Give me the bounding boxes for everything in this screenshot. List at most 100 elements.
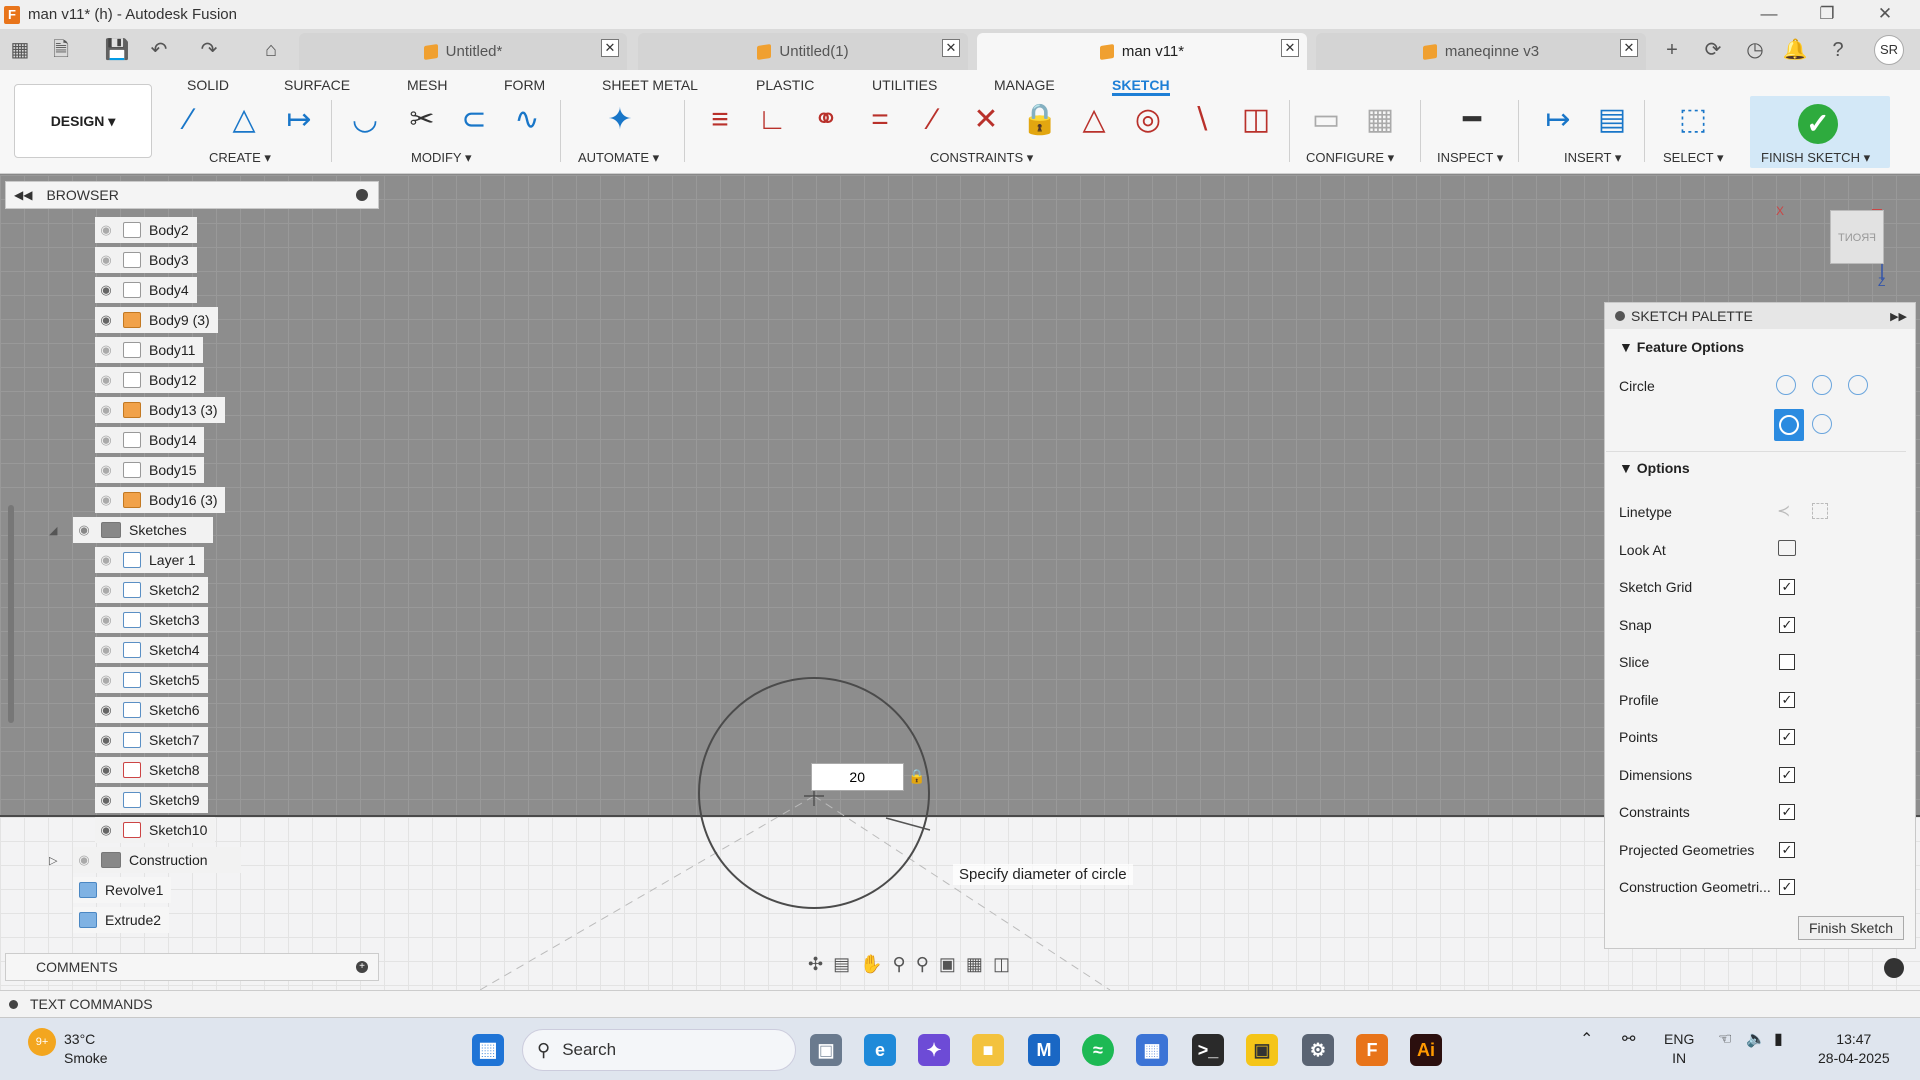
- battery-icon[interactable]: ▮: [1774, 1030, 1783, 1049]
- add-comment-icon[interactable]: +: [356, 961, 368, 973]
- tree-item[interactable]: ◉ Sketch6: [95, 697, 208, 723]
- viewcube[interactable]: FRONT: [1830, 210, 1884, 264]
- orbit-icon[interactable]: ✣: [808, 954, 823, 975]
- tree-item[interactable]: ◉ Sketch4: [95, 637, 208, 663]
- sticky-notes-icon[interactable]: ▣: [1246, 1034, 1278, 1066]
- eye-hidden-icon[interactable]: ◉: [95, 432, 117, 448]
- three-point-circle-icon[interactable]: [1848, 375, 1868, 395]
- profile-checkbox[interactable]: ✓: [1779, 692, 1795, 708]
- tree-item[interactable]: ◉ Body2: [95, 217, 197, 243]
- eye-visible-icon[interactable]: ◉: [95, 822, 117, 838]
- wifi-icon[interactable]: ☜: [1718, 1030, 1732, 1049]
- tray-overflow-chevron-icon[interactable]: ⌃: [1580, 1030, 1593, 1049]
- tree-item-feature[interactable]: Extrude2: [73, 907, 170, 933]
- tree-item[interactable]: ◉ Sketch3: [95, 607, 208, 633]
- palette-header[interactable]: SKETCH PALETTE ▶▶: [1605, 303, 1915, 329]
- tree-item[interactable]: ◉ Sketch5: [95, 667, 208, 693]
- zoom-icon[interactable]: ⚲: [893, 954, 906, 975]
- feature-options-section[interactable]: ▼ Feature Options: [1605, 333, 1915, 361]
- feedback-chat-icon[interactable]: [1884, 958, 1904, 978]
- expand-triangle-icon[interactable]: ▷: [49, 854, 57, 867]
- eye-hidden-icon[interactable]: ◉: [95, 672, 117, 688]
- edge-browser-icon[interactable]: e: [864, 1034, 896, 1066]
- file-explorer-icon[interactable]: ■: [972, 1034, 1004, 1066]
- diameter-input[interactable]: [811, 763, 904, 791]
- tree-item[interactable]: ◉ Body15: [95, 457, 205, 483]
- eye-hidden-icon[interactable]: ◉: [95, 642, 117, 658]
- fusion-taskbar-icon[interactable]: F: [1356, 1034, 1388, 1066]
- volume-icon[interactable]: 🔈: [1746, 1030, 1766, 1049]
- tree-item[interactable]: ◉ Body11: [95, 337, 204, 363]
- options-section[interactable]: ▼ Options: [1605, 460, 1690, 476]
- eye-hidden-icon[interactable]: ◉: [95, 492, 117, 508]
- clock[interactable]: 13:47 28-04-2025: [1818, 1030, 1890, 1068]
- eye-visible-icon[interactable]: ◉: [95, 762, 117, 778]
- taskbar-search[interactable]: ⚲ Search: [522, 1029, 796, 1071]
- panel-pin-icon[interactable]: [356, 189, 368, 201]
- sketch-grid-checkbox[interactable]: ✓: [1779, 579, 1795, 595]
- centerline-linetype-icon[interactable]: [1812, 503, 1828, 519]
- microsoft-store-icon[interactable]: ▦: [1136, 1034, 1168, 1066]
- snap-checkbox[interactable]: ✓: [1779, 617, 1795, 633]
- construction-geometries-checkbox[interactable]: ✓: [1779, 879, 1795, 895]
- comments-panel-header[interactable]: COMMENTS +: [5, 953, 379, 981]
- look-at-icon[interactable]: ▤: [833, 954, 850, 975]
- terminal-icon[interactable]: >_: [1192, 1034, 1224, 1066]
- settings-gear-icon[interactable]: ⚙: [1302, 1034, 1334, 1066]
- windows-start-icon[interactable]: ▦: [472, 1034, 504, 1066]
- weather-sun-icon[interactable]: 9+: [28, 1028, 56, 1056]
- eye-hidden-icon[interactable]: ◉: [95, 222, 117, 238]
- weather-widget[interactable]: 33°C Smoke: [64, 1030, 108, 1068]
- browser-scrollbar[interactable]: [8, 505, 14, 723]
- tree-item-feature[interactable]: Revolve1: [73, 877, 172, 903]
- slice-checkbox[interactable]: [1779, 654, 1795, 670]
- eye-hidden-icon[interactable]: ◉: [95, 402, 117, 418]
- app-blue-icon[interactable]: M: [1028, 1034, 1060, 1066]
- zoom-window-icon[interactable]: ⚲: [916, 954, 929, 975]
- eye-hidden-icon[interactable]: ◉: [95, 252, 117, 268]
- tree-folder-sketches[interactable]: ◢ ◉ Sketches: [49, 517, 213, 543]
- palette-minimize-icon[interactable]: [1615, 311, 1625, 321]
- tree-item[interactable]: ◉ Sketch9: [95, 787, 208, 813]
- network-off-icon[interactable]: ⚯: [1622, 1030, 1635, 1049]
- tree-item[interactable]: ◉ Sketch7: [95, 727, 208, 753]
- expand-arrow-icon[interactable]: ▶▶: [1890, 310, 1907, 323]
- eye-visible-icon[interactable]: ◉: [73, 522, 95, 538]
- eye-hidden-icon[interactable]: ◉: [73, 852, 95, 868]
- tree-item[interactable]: ◉ Body4: [95, 277, 197, 303]
- language-indicator[interactable]: ENG IN: [1664, 1030, 1694, 1068]
- constraints-checkbox[interactable]: ✓: [1779, 804, 1795, 820]
- tree-item[interactable]: ◉ Body3: [95, 247, 197, 273]
- eye-hidden-icon[interactable]: ◉: [95, 552, 117, 568]
- tree-item[interactable]: ◉ Sketch8: [95, 757, 208, 783]
- center-diameter-circle-icon[interactable]: [1776, 375, 1796, 395]
- expand-triangle-icon[interactable]: ◢: [49, 524, 57, 537]
- tree-item[interactable]: ◉ Body16 (3): [95, 487, 226, 513]
- dimensions-checkbox[interactable]: ✓: [1779, 767, 1795, 783]
- eye-hidden-icon[interactable]: ◉: [95, 462, 117, 478]
- browser-panel-header[interactable]: ◀◀ BROWSER: [5, 181, 379, 209]
- pan-hand-icon[interactable]: ✋: [860, 954, 882, 975]
- construction-linetype-icon[interactable]: ≺: [1777, 501, 1790, 521]
- eye-hidden-icon[interactable]: ◉: [95, 612, 117, 628]
- projected-geometries-checkbox[interactable]: ✓: [1779, 842, 1795, 858]
- eye-hidden-icon[interactable]: ◉: [95, 372, 117, 388]
- tangent-circle-icon[interactable]: [1812, 414, 1832, 434]
- tree-item[interactable]: ◉ Layer 1: [95, 547, 204, 573]
- tree-item[interactable]: ◉ Body13 (3): [95, 397, 226, 423]
- lock-icon[interactable]: 🔒: [908, 768, 925, 784]
- spotify-icon[interactable]: ≈: [1082, 1034, 1114, 1066]
- tree-item[interactable]: ◉ Body9 (3): [95, 307, 218, 333]
- tree-item[interactable]: ◉ Body14: [95, 427, 205, 453]
- active-circle-mode-button[interactable]: [1774, 409, 1804, 441]
- tree-item[interactable]: ◉ Sketch2: [95, 577, 208, 603]
- collapse-double-arrow-icon[interactable]: ◀◀: [14, 188, 32, 202]
- two-point-circle-icon[interactable]: [1812, 375, 1832, 395]
- tree-item[interactable]: ◉ Sketch10: [95, 817, 216, 843]
- display-settings-icon[interactable]: ▣: [939, 954, 956, 975]
- viewports-icon[interactable]: ◫: [993, 954, 1010, 975]
- tree-folder-construction[interactable]: ▷ ◉ Construction: [49, 847, 241, 873]
- eye-visible-icon[interactable]: ◉: [95, 282, 117, 298]
- points-checkbox[interactable]: ✓: [1779, 729, 1795, 745]
- task-view-icon[interactable]: ▣: [810, 1034, 842, 1066]
